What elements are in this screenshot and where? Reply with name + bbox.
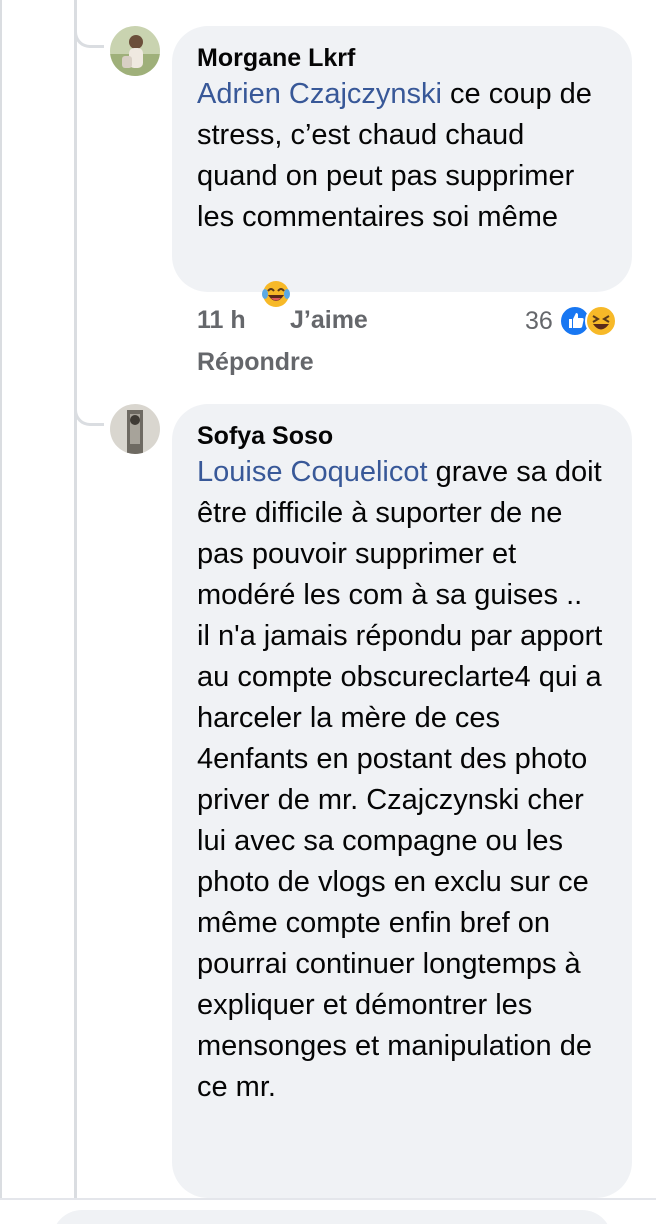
reply-action: Répondre xyxy=(197,348,397,382)
reply-connector xyxy=(74,30,104,48)
reply-thread-line xyxy=(74,0,77,1200)
comment-text: Louise Coquelicot grave sa doit être dif… xyxy=(197,452,608,1108)
next-comment-bubble xyxy=(52,1210,612,1224)
comment-timestamp[interactable]: 11 h xyxy=(197,306,246,335)
reaction-count: 36 xyxy=(525,306,553,335)
thread-line xyxy=(0,0,2,1200)
mention-link[interactable]: Adrien Czajczynski xyxy=(197,78,442,110)
avatar[interactable] xyxy=(110,26,160,76)
laughing-tears-emoji-icon xyxy=(197,238,291,362)
divider xyxy=(0,1198,656,1200)
comment-author[interactable]: Sofya Soso xyxy=(197,420,608,452)
comment-body: grave sa doit être difficile à suporter … xyxy=(197,456,611,1103)
avatar[interactable] xyxy=(110,404,160,454)
haha-reaction-icon xyxy=(584,305,617,337)
reply-connector xyxy=(74,408,104,426)
mention-link[interactable]: Louise Coquelicot xyxy=(197,456,428,488)
reply-button[interactable]: Répondre xyxy=(197,348,314,377)
comment-author[interactable]: Morgane Lkrf xyxy=(197,42,608,74)
reaction-summary[interactable]: 36 xyxy=(525,304,617,338)
comment-bubble: Sofya Soso Louise Coquelicot grave sa do… xyxy=(172,404,632,1198)
comment-bubble: Morgane Lkrf Adrien Czajczynski ce coup … xyxy=(172,26,632,307)
like-button[interactable]: J’aime xyxy=(290,306,368,335)
comment-thread: Morgane Lkrf Adrien Czajczynski ce coup … xyxy=(0,0,656,1224)
